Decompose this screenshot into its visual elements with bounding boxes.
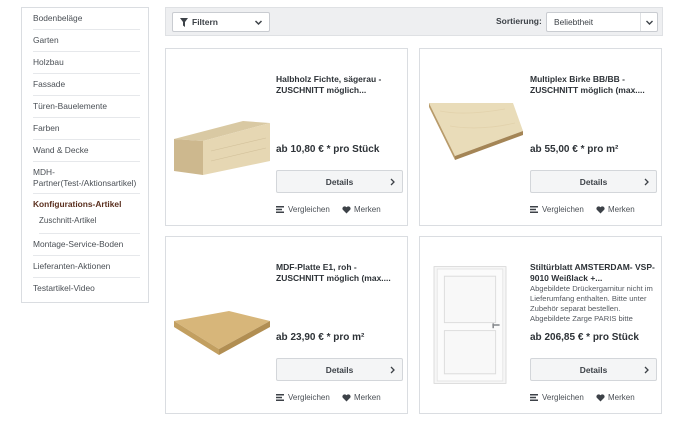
sidebar-item-garten[interactable]: Garten	[33, 30, 140, 52]
filter-sort-bar: Filtern Sortierung: Beliebtheit	[165, 7, 663, 36]
details-button[interactable]: Details	[276, 170, 403, 193]
product-price: ab 23,90 € * pro m²	[276, 332, 365, 343]
chevron-right-icon	[644, 178, 649, 186]
sidebar-item-fassade[interactable]: Fassade	[33, 74, 140, 96]
product-title[interactable]: Stiltürblatt AMSTERDAM- VSP-9010 Weißlac…	[530, 262, 658, 284]
compare-icon	[276, 206, 284, 213]
sidebar-item-lieferanten-aktionen[interactable]: Lieferanten-Aktionen	[33, 256, 140, 278]
category-sidebar: Bodenbeläge Garten Holzbau Fassade Türen…	[21, 7, 149, 303]
sidebar-item-montage-service-boden[interactable]: Montage-Service-Boden	[33, 234, 140, 256]
product-image-beam[interactable]	[171, 61, 271, 211]
sidebar-item-wand-decke[interactable]: Wand & Decke	[33, 140, 140, 162]
chevron-down-icon	[646, 20, 653, 25]
sort-select[interactable]: Beliebtheit	[546, 12, 658, 32]
note-label: Merken	[354, 393, 381, 402]
details-button[interactable]: Details	[530, 358, 657, 381]
product-card: Halbholz Fichte, sägerau - ZUSCHNITT mög…	[165, 48, 408, 226]
note-label: Merken	[608, 205, 635, 214]
sidebar-item-testartikel-video[interactable]: Testartikel-Video	[33, 278, 140, 299]
sidebar-item-mdh-partner[interactable]: MDH-Partner(Test-/Aktionsartikel)	[33, 162, 140, 194]
product-card: Stiltürblatt AMSTERDAM- VSP-9010 Weißlac…	[419, 236, 662, 414]
compare-icon	[276, 394, 284, 401]
details-button-label: Details	[325, 177, 354, 187]
details-button[interactable]: Details	[276, 358, 403, 381]
compare-label: Vergleichen	[288, 393, 330, 402]
product-image-door[interactable]	[430, 245, 510, 405]
product-image-mdf-board[interactable]	[171, 249, 271, 399]
filter-button[interactable]: Filtern	[172, 12, 270, 32]
heart-icon	[342, 394, 351, 402]
product-card: MDF-Platte E1, roh - ZUSCHNITT möglich (…	[165, 236, 408, 414]
compare-label: Vergleichen	[542, 393, 584, 402]
chevron-down-icon	[254, 20, 263, 26]
sidebar-item-farben[interactable]: Farben	[33, 118, 140, 140]
compare-icon	[530, 206, 538, 213]
sidebar-item-bodenbelaege[interactable]: Bodenbeläge	[33, 8, 140, 30]
sidebar-item-tueren-bauelemente[interactable]: Türen-Bauelemente	[33, 96, 140, 118]
product-title[interactable]: MDF-Platte E1, roh - ZUSCHNITT möglich (…	[276, 262, 404, 284]
note-label: Merken	[608, 393, 635, 402]
chevron-right-icon	[390, 178, 395, 186]
heart-icon	[596, 394, 605, 402]
product-price: ab 206,85 € * pro Stück	[530, 332, 639, 343]
heart-icon	[342, 206, 351, 214]
product-image-plywood[interactable]	[425, 61, 525, 211]
sort-dropdown-toggle[interactable]	[640, 13, 657, 31]
funnel-icon	[180, 18, 188, 27]
product-title[interactable]: Multiplex Birke BB/BB - ZUSCHNITT möglic…	[530, 74, 658, 96]
details-button-label: Details	[579, 177, 608, 187]
compare-label: Vergleichen	[288, 205, 330, 214]
note-label: Merken	[354, 205, 381, 214]
details-button[interactable]: Details	[530, 170, 657, 193]
filter-label: Filtern	[192, 17, 218, 27]
sidebar-subitem-zuschnitt-artikel[interactable]: Zuschnitt-Artikel	[39, 213, 140, 234]
chevron-right-icon	[644, 366, 649, 374]
product-card: Multiplex Birke BB/BB - ZUSCHNITT möglic…	[419, 48, 662, 226]
details-button-label: Details	[579, 365, 608, 375]
product-price: ab 55,00 € * pro m²	[530, 144, 619, 155]
heart-icon	[596, 206, 605, 214]
sort-selected-value: Beliebtheit	[554, 17, 594, 27]
chevron-right-icon	[390, 366, 395, 374]
sort-label: Sortierung:	[496, 16, 542, 26]
product-title[interactable]: Halbholz Fichte, sägerau - ZUSCHNITT mög…	[276, 74, 404, 96]
compare-icon	[530, 394, 538, 401]
sidebar-item-konfigurations-artikel[interactable]: Konfigurations-Artikel	[33, 194, 140, 213]
details-button-label: Details	[325, 365, 354, 375]
compare-label: Vergleichen	[542, 205, 584, 214]
sidebar-item-holzbau[interactable]: Holzbau	[33, 52, 140, 74]
product-price: ab 10,80 € * pro Stück	[276, 144, 380, 155]
product-description: Abgebildete Drückergarnitur nicht im Lie…	[530, 284, 653, 323]
